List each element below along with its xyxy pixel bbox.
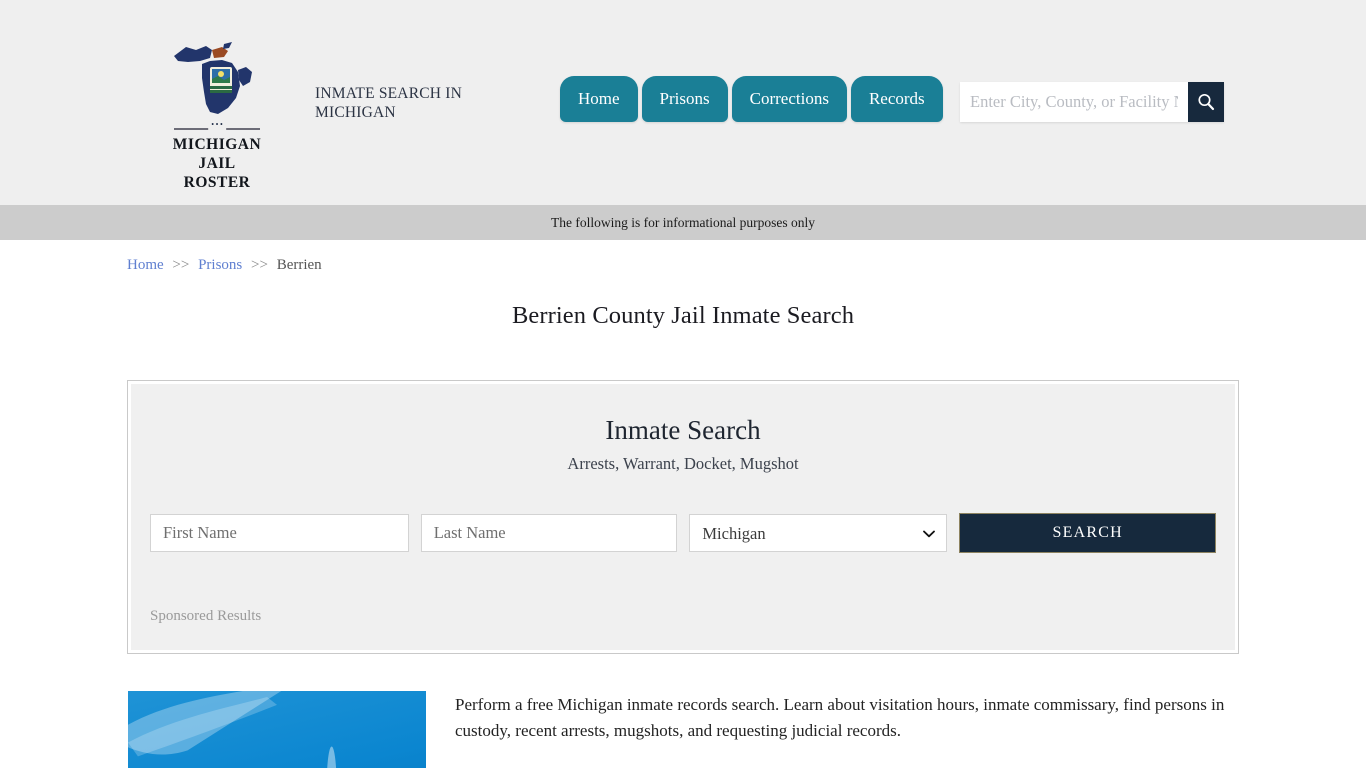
site-header: MICHIGAN JAIL ROSTER INMATE SEARCH IN MI… [0,0,1366,205]
search-icon [1198,93,1215,111]
informational-notice-bar: The following is for informational purpo… [0,205,1366,240]
nav-item-prisons[interactable]: Prisons [641,76,728,122]
inmate-search-panel: Inmate Search Arrests, Warrant, Docket, … [127,380,1239,655]
nav-item-home[interactable]: Home [560,76,638,122]
brand-name-line1: MICHIGAN [172,136,262,153]
notice-text: The following is for informational purpo… [551,214,815,230]
intro-paragraph: Perform a free Michigan inmate records s… [455,695,1225,741]
first-name-input[interactable] [150,514,409,553]
blue-sky-image [128,691,426,768]
brand-name-line2: JAIL ROSTER [183,155,251,191]
inmate-search-submit-button[interactable]: SEARCH [959,513,1216,554]
site-logo[interactable]: MICHIGAN JAIL ROSTER [166,34,268,192]
sky-photo [127,690,427,768]
intro-section: Perform a free Michigan inmate records s… [127,690,1239,768]
search-panel-title: Inmate Search [605,415,761,445]
main-navigation: Home Prisons Corrections Records [560,76,943,122]
site-tagline: INMATE SEARCH IN MICHIGAN [315,85,463,121]
sponsored-results-label: Sponsored Results [150,608,262,625]
inmate-search-form: Michigan SEARCH [150,513,1216,554]
page-title: Berrien County Jail Inmate Search [511,302,855,329]
header-search [960,82,1224,122]
nav-item-records[interactable]: Records [850,76,943,122]
state-select[interactable]: Michigan [689,514,948,553]
main-content: Home >> Prisons >> Berrien Berrien Count… [0,240,1366,768]
last-name-input[interactable] [420,514,678,553]
header-search-button[interactable] [1188,82,1224,122]
state-select-wrapper: Michigan [689,514,948,553]
breadcrumb: Home >> Prisons >> Berrien [113,240,1253,274]
nav-item-corrections[interactable]: Corrections [731,76,847,122]
breadcrumb-item-prisons[interactable]: Prisons [198,257,242,273]
breadcrumb-item-home[interactable]: Home [127,257,164,273]
search-panel-subtitle: Arrests, Warrant, Docket, Mugshot [567,454,799,474]
breadcrumb-separator: >> [172,257,190,273]
header-search-input[interactable] [960,82,1188,122]
logo-divider [174,128,260,130]
michigan-state-logo-icon [174,42,252,114]
breadcrumb-separator: >> [251,257,268,273]
breadcrumb-item-current: Berrien [276,257,322,273]
